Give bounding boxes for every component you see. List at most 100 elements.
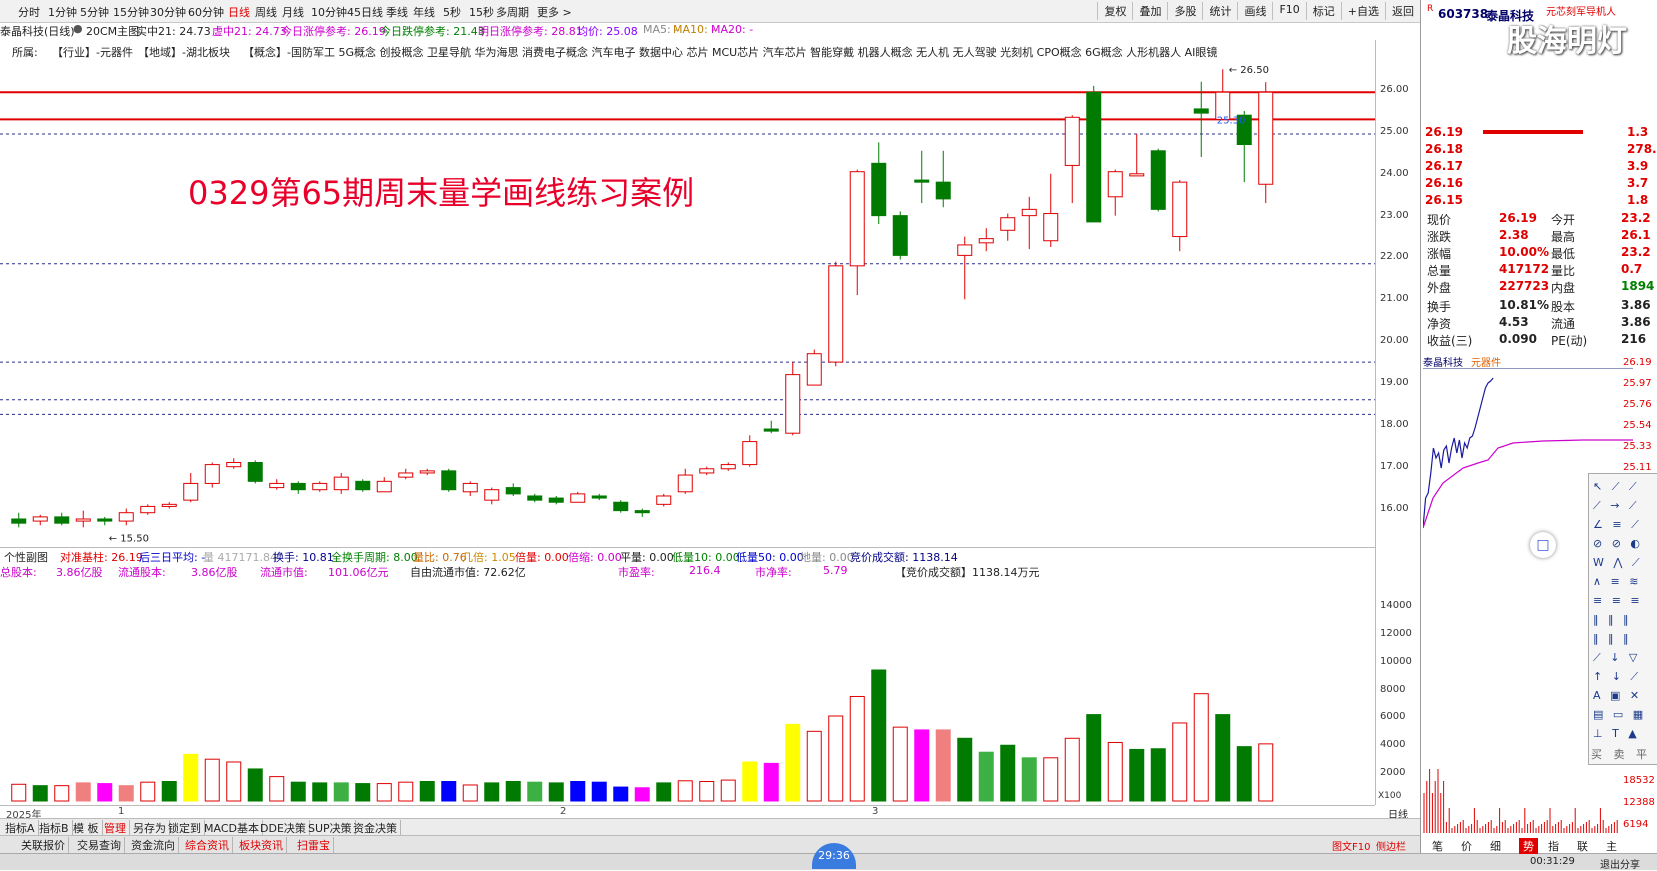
indicator-tab[interactable]: 指标A	[2, 820, 39, 836]
draw-tool-row[interactable]: ⊥ T ▲	[1593, 727, 1640, 740]
indicator-tab[interactable]: SUP决策	[305, 820, 356, 836]
indicator-tab[interactable]: MACD基本	[201, 820, 263, 836]
period-tab[interactable]: 15分钟	[113, 4, 149, 20]
drawing-tools-panel[interactable]: ↖ ⟋ ⟋ ⟋ → ⟋ ∠ ≡ ⟋ ⊘ ⊘ ◐ W ⋀ ⟋ ∧ ≡ ≋ ≡ ≡ ≡ ‖ ‖ ‖…	[1588, 473, 1657, 765]
candle	[355, 479, 371, 492]
fund-label: 收益(三)	[1427, 334, 1473, 348]
draw-tool-row[interactable]: ⟋ ↓ ▽	[1593, 651, 1640, 665]
draw-tool-row[interactable]: ∧ ≡ ≋	[1593, 575, 1641, 588]
tool-button[interactable]: 标记	[1305, 2, 1341, 20]
draw-tool-row[interactable]: ⟋ → ⟋	[1593, 499, 1640, 513]
draw-tool-row[interactable]: A ▣ ✕	[1593, 689, 1642, 702]
info-tab[interactable]: 关联报价	[18, 837, 69, 853]
period-tab[interactable]: 日线	[228, 4, 250, 20]
price-tick: 16.00	[1380, 502, 1409, 514]
tool-button[interactable]: 叠加	[1132, 2, 1167, 20]
volume-bar	[634, 787, 650, 802]
panel-tab[interactable]: 主	[1606, 838, 1617, 854]
period-tab[interactable]: 季线	[386, 4, 408, 20]
trade-tools[interactable]: 买 卖 平	[1591, 746, 1651, 762]
candle-body	[935, 181, 951, 200]
indicator-tab[interactable]: 指标B	[36, 820, 73, 836]
order-volume: 1.3	[1627, 125, 1649, 139]
tool-button[interactable]: 统计	[1202, 2, 1237, 20]
volume-bar	[570, 780, 586, 802]
draw-tool-row[interactable]: ▤ ▭ ▦	[1593, 708, 1646, 721]
indicator-tab[interactable]: 另存为	[130, 820, 170, 836]
info-tab[interactable]: 资金流向	[128, 837, 179, 853]
main-indicator-label[interactable]: 20CM主图	[86, 23, 139, 39]
draw-tool-row[interactable]: ∠ ≡ ⟋	[1593, 518, 1642, 532]
panel-tab[interactable]: 细	[1490, 838, 1501, 854]
volume-bar	[914, 729, 930, 802]
period-tab[interactable]: 60分钟	[188, 4, 224, 20]
period-tab[interactable]: 1分钟	[48, 4, 77, 20]
candlestick-chart[interactable]: ← 26.50 ← 15.50 25.30	[0, 60, 1375, 547]
draw-tool-row[interactable]: ‖ ‖ ‖	[1593, 632, 1632, 645]
period-tab[interactable]: 15秒	[469, 4, 494, 20]
period-tab[interactable]: 5秒	[443, 4, 461, 20]
panel-tab[interactable]: 指	[1548, 838, 1559, 854]
period-tab[interactable]: 10分钟	[311, 4, 347, 20]
info-tab[interactable]: 综合资讯	[182, 837, 233, 853]
draw-tool-row[interactable]: ‖ ‖ ‖	[1593, 613, 1632, 626]
panel-tab[interactable]: 势	[1519, 838, 1538, 854]
quote-value: 26.19	[1499, 211, 1537, 225]
candle	[720, 462, 736, 471]
indicator-tab[interactable]: 模 板	[70, 820, 103, 836]
panel-tab[interactable]: 笔	[1432, 838, 1443, 854]
period-tab[interactable]: 30分钟	[150, 4, 186, 20]
volume-tick: 8000	[1380, 683, 1406, 695]
tool-button[interactable]: +自选	[1340, 2, 1385, 20]
candle	[634, 508, 650, 517]
draw-tool-row[interactable]: ≡ ≡ ≡	[1593, 594, 1643, 607]
tool-button[interactable]: F10	[1272, 2, 1305, 20]
volume-chart[interactable]	[0, 579, 1375, 805]
indicator-tab[interactable]: 锁定到	[165, 820, 205, 836]
price-tick: 26.00	[1380, 84, 1409, 96]
period-tab[interactable]: 年线	[413, 4, 435, 20]
status-time: 00:31:29	[1530, 856, 1575, 867]
panel-tab[interactable]: 联	[1577, 838, 1588, 854]
candle	[1150, 148, 1166, 212]
info-tab[interactable]: 板块资讯	[236, 837, 287, 853]
draw-tool-row[interactable]: ⊘ ⊘ ◐	[1593, 537, 1643, 550]
indicator-tab[interactable]: DDE决策	[257, 820, 310, 836]
month-1-label: 1	[118, 806, 125, 817]
candle-body	[312, 482, 328, 491]
panel-tab[interactable]: 价	[1461, 838, 1472, 854]
info-tab[interactable]: 扫雷宝	[294, 837, 334, 853]
tool-button[interactable]: 返回	[1385, 2, 1420, 20]
tool-button[interactable]: 复权	[1097, 2, 1132, 20]
indicator-tab[interactable]: 管理	[101, 820, 130, 836]
fund-label: 流通	[1551, 317, 1576, 331]
draw-tool-row[interactable]: ↑ ↓ ⟋	[1593, 670, 1641, 684]
draw-tool-row[interactable]: W ⋀ ⟋	[1593, 556, 1643, 570]
tool-button[interactable]: 多股	[1167, 2, 1202, 20]
concept-tags[interactable]: 【概念】-国防军工 5G概念 创投概念 卫星导航 华为海思 消费电子概念 汽车电…	[243, 44, 1217, 60]
period-tab[interactable]: 周线	[255, 4, 277, 20]
f10-link[interactable]: 图文F10	[1332, 838, 1370, 853]
volume-bar	[613, 786, 629, 802]
sidebar-link[interactable]: 侧边栏	[1376, 838, 1406, 853]
period-tab[interactable]: 更多 >	[537, 4, 572, 20]
tool-button[interactable]: 画线	[1237, 2, 1272, 20]
volume-bar	[462, 784, 478, 802]
info-tab[interactable]: 交易查询	[74, 837, 125, 853]
float-shares-value: 3.86亿股	[191, 566, 238, 579]
candle	[527, 493, 543, 503]
intraday-price-line	[1423, 377, 1494, 529]
period-tab[interactable]: 多周期	[496, 4, 529, 20]
fund-label: 净资	[1427, 317, 1452, 331]
industry-tag[interactable]: 【行业】-元器件	[52, 44, 133, 60]
region-tag[interactable]: 【地域】-湖北板块	[138, 44, 230, 60]
float-action-button[interactable]: □	[1530, 532, 1556, 558]
indicator-tabs: 指标A 指标B 模 板管理 另存为 锁定到 MACD基本 DDE决策 SUP决策 资金决策	[0, 818, 1420, 836]
period-tab[interactable]: 45日线	[347, 4, 383, 20]
volume-bar	[398, 781, 414, 802]
period-tab[interactable]: 5分钟	[80, 4, 109, 20]
period-tab[interactable]: 月线	[282, 4, 304, 20]
draw-tool-row[interactable]: ↖ ⟋ ⟋	[1593, 480, 1640, 494]
indicator-tab[interactable]: 资金决策	[350, 820, 401, 836]
period-tab[interactable]: 分时	[18, 4, 40, 20]
